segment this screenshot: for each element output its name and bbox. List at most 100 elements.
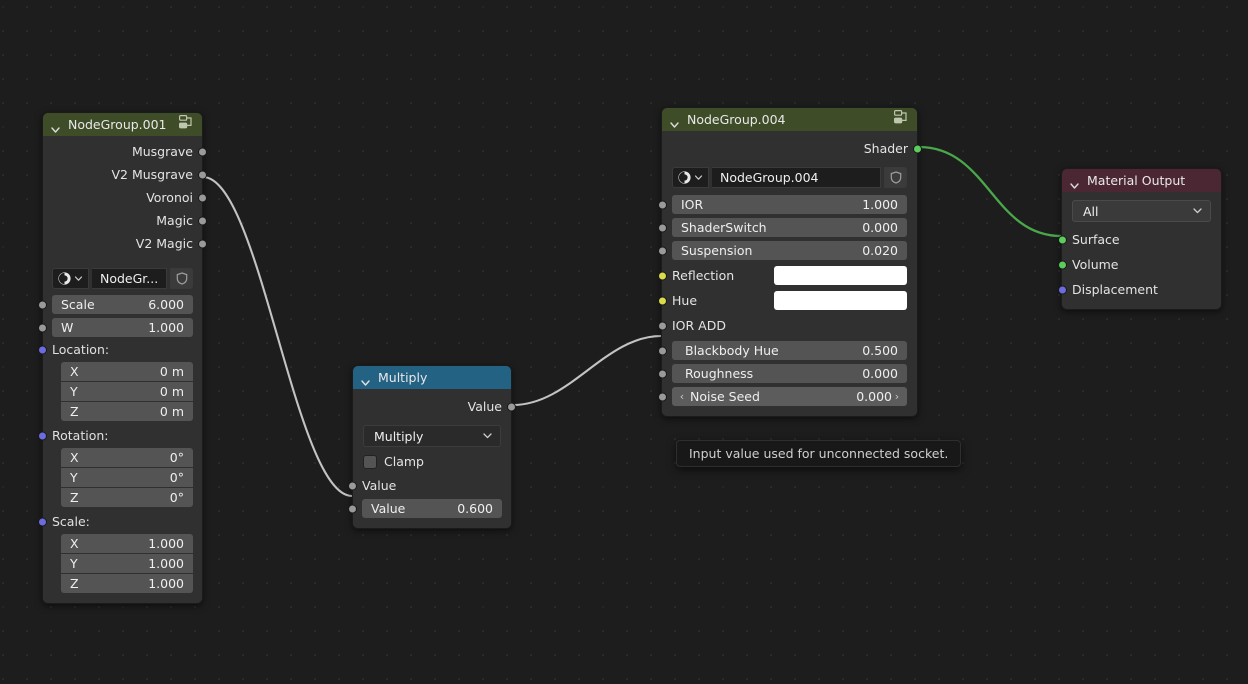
output-row-musgrave[interactable]: Musgrave xyxy=(52,142,207,161)
operation-dropdown[interactable]: Multiply xyxy=(363,425,501,447)
socket-input-hue[interactable] xyxy=(658,296,667,305)
input-row-roughness[interactable]: Roughness 0.000 xyxy=(658,364,907,383)
output-row-voronoi[interactable]: Voronoi xyxy=(52,188,207,207)
input-row-hue[interactable]: Hue xyxy=(658,291,907,310)
w-field[interactable]: W 1.000 xyxy=(52,318,193,337)
hue-color-swatch[interactable] xyxy=(774,291,907,310)
socket-input-scale[interactable] xyxy=(38,300,47,309)
suspension-field[interactable]: Suspension 0.020 xyxy=(672,241,907,260)
node-header[interactable]: Material Output xyxy=(1062,169,1221,192)
location-x-field[interactable]: X 0 m xyxy=(61,362,193,381)
socket-input-ior[interactable] xyxy=(658,200,667,209)
socket-output-v2-musgrave[interactable] xyxy=(198,170,207,179)
output-row-v2-magic[interactable]: V2 Magic xyxy=(52,234,207,253)
output-row-v2-musgrave[interactable]: V2 Musgrave xyxy=(52,165,207,184)
decrement-arrow-icon[interactable]: ‹ xyxy=(677,390,687,403)
socket-input-noise-seed[interactable] xyxy=(658,392,667,401)
chevron-down-icon[interactable] xyxy=(360,372,371,386)
blackbody-hue-field[interactable]: Blackbody Hue 0.500 xyxy=(672,341,907,360)
socket-input-w[interactable] xyxy=(38,323,47,332)
socket-input-roughness[interactable] xyxy=(658,369,667,378)
chevron-down-icon[interactable] xyxy=(50,119,61,133)
chevron-down-icon[interactable] xyxy=(694,170,703,185)
chevron-down-icon[interactable] xyxy=(74,271,83,286)
input-row-value-field[interactable]: Value 0.600 xyxy=(348,499,502,518)
socket-output-shader[interactable] xyxy=(913,144,922,153)
input-row-value-linked[interactable]: Value xyxy=(348,476,502,495)
output-row-shader[interactable]: Shader xyxy=(671,139,922,158)
ior-field[interactable]: IOR 1.000 xyxy=(672,195,907,214)
node-nodegroup-004[interactable]: NodeGroup.004 Shader NodeGroup.004 IOR 1… xyxy=(658,107,922,417)
increment-arrow-icon[interactable]: › xyxy=(892,390,902,403)
input-row-w[interactable]: W 1.000 xyxy=(38,318,193,337)
chevron-down-icon[interactable] xyxy=(669,114,680,128)
socket-output-voronoi[interactable] xyxy=(198,193,207,202)
socket-input-value-a[interactable] xyxy=(348,481,357,490)
output-row-magic[interactable]: Magic xyxy=(52,211,207,230)
input-row-blackbody-hue[interactable]: Blackbody Hue 0.500 xyxy=(658,341,907,360)
nodetree-datablock-selector[interactable]: NodeGr... xyxy=(52,268,193,289)
input-row-displacement[interactable]: Displacement xyxy=(1058,280,1211,299)
nodetree-name[interactable]: NodeGr... xyxy=(92,268,168,289)
location-y-field[interactable]: Y 0 m xyxy=(61,382,193,401)
socket-input-displacement[interactable] xyxy=(1058,285,1067,294)
socket-input-shaderswitch[interactable] xyxy=(658,223,667,232)
node-header[interactable]: Multiply xyxy=(353,366,511,389)
operation-dropdown-button[interactable]: Multiply xyxy=(363,425,501,447)
input-row-shaderswitch[interactable]: ShaderSwitch 0.000 xyxy=(658,218,907,237)
node-header[interactable]: NodeGroup.001 xyxy=(43,113,202,136)
node-header[interactable]: NodeGroup.004 xyxy=(662,108,917,131)
scale-z-field[interactable]: Z 1.000 xyxy=(61,574,193,593)
shading-sphere-icon[interactable] xyxy=(52,268,89,289)
clamp-checkbox[interactable] xyxy=(363,454,377,469)
socket-output-value[interactable] xyxy=(507,402,516,411)
socket-input-surface[interactable] xyxy=(1058,235,1067,244)
reflection-color-swatch[interactable] xyxy=(774,266,907,285)
rotation-z-field[interactable]: Z 0° xyxy=(61,488,193,507)
input-row-noise-seed[interactable]: ‹ Noise Seed 0.000 › xyxy=(658,387,907,406)
nodetree-name[interactable]: NodeGroup.004 xyxy=(712,167,881,188)
clamp-checkbox-row[interactable]: Clamp xyxy=(363,454,501,469)
input-row-reflection[interactable]: Reflection xyxy=(658,266,907,285)
shield-icon[interactable] xyxy=(170,268,193,289)
value-field[interactable]: Value 0.600 xyxy=(362,499,502,518)
input-row-scale-vector-label[interactable]: Scale: xyxy=(38,513,193,530)
target-dropdown-button[interactable]: All xyxy=(1072,200,1211,222)
input-row-suspension[interactable]: Suspension 0.020 xyxy=(658,241,907,260)
roughness-field[interactable]: Roughness 0.000 xyxy=(672,364,907,383)
socket-input-reflection[interactable] xyxy=(658,271,667,280)
shading-sphere-icon[interactable] xyxy=(672,167,709,188)
nodetree-datablock-selector[interactable]: NodeGroup.004 xyxy=(672,167,907,188)
vector-group-location[interactable]: X 0 m Y 0 m Z 0 m xyxy=(61,362,193,421)
scale-x-field[interactable]: X 1.000 xyxy=(61,534,193,553)
input-row-volume[interactable]: Volume xyxy=(1058,255,1211,274)
socket-input-suspension[interactable] xyxy=(658,246,667,255)
scale-y-field[interactable]: Y 1.000 xyxy=(61,554,193,573)
node-nodegroup-001[interactable]: NodeGroup.001 Musgrave V2 Musgrave Voron… xyxy=(38,112,207,604)
shaderswitch-field[interactable]: ShaderSwitch 0.000 xyxy=(672,218,907,237)
input-row-surface[interactable]: Surface xyxy=(1058,230,1211,249)
socket-output-magic[interactable] xyxy=(198,216,207,225)
noise-seed-field[interactable]: ‹ Noise Seed 0.000 › xyxy=(672,387,907,406)
chevron-down-icon[interactable] xyxy=(482,429,493,444)
socket-input-value-b[interactable] xyxy=(348,504,357,513)
socket-input-location[interactable] xyxy=(38,345,47,354)
input-row-location-label[interactable]: Location: xyxy=(38,341,193,358)
rotation-x-field[interactable]: X 0° xyxy=(61,448,193,467)
vector-group-scale[interactable]: X 1.000 Y 1.000 Z 1.000 xyxy=(61,534,193,593)
chevron-down-icon[interactable] xyxy=(1069,175,1080,189)
socket-input-rotation[interactable] xyxy=(38,431,47,440)
input-row-rotation-label[interactable]: Rotation: xyxy=(38,427,193,444)
socket-input-scale-vector[interactable] xyxy=(38,517,47,526)
location-z-field[interactable]: Z 0 m xyxy=(61,402,193,421)
output-row-value[interactable]: Value xyxy=(362,397,516,416)
socket-input-ior-add[interactable] xyxy=(658,321,667,330)
socket-input-blackbody-hue[interactable] xyxy=(658,346,667,355)
socket-input-volume[interactable] xyxy=(1058,260,1067,269)
socket-output-musgrave[interactable] xyxy=(198,147,207,156)
node-multiply[interactable]: Multiply Value Multiply Clamp Value Valu… xyxy=(348,365,516,529)
input-row-ior[interactable]: IOR 1.000 xyxy=(658,195,907,214)
scale-field[interactable]: Scale 6.000 xyxy=(52,295,193,314)
target-dropdown[interactable]: All xyxy=(1072,200,1211,222)
input-row-ior-add[interactable]: IOR ADD xyxy=(658,316,907,335)
